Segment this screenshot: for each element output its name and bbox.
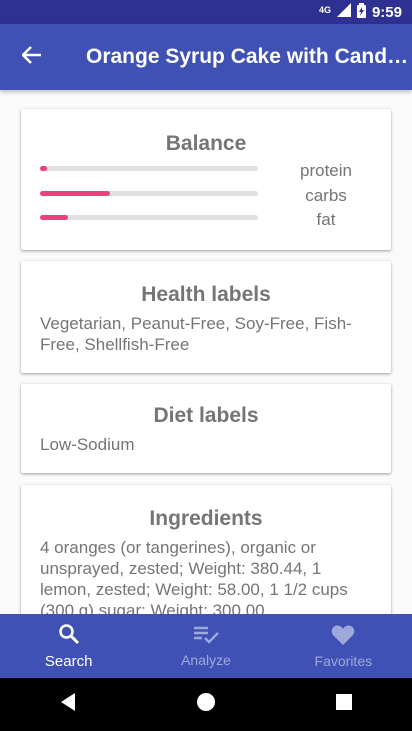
- status-bar: 4G 9:59: [0, 0, 412, 24]
- system-navigation-bar: [0, 678, 412, 731]
- diet-labels-text: Low-Sodium: [40, 435, 135, 454]
- fat-label: fat: [316, 210, 336, 229]
- carbs-bar: [40, 191, 258, 196]
- balance-title: Balance: [165, 132, 247, 155]
- fat-bar-fill: [40, 215, 69, 220]
- home-circle-icon[interactable]: [196, 692, 216, 717]
- battery-icon: [356, 2, 366, 22]
- signal-icon: [336, 3, 351, 21]
- protein-bar-fill: [40, 166, 47, 171]
- back-button[interactable]: [0, 24, 64, 90]
- fat-bar: [40, 215, 258, 220]
- nav-analyze-label: Analyze: [181, 651, 231, 668]
- protein-bar: [40, 166, 258, 171]
- recipe-content[interactable]: Balance protein carbs fat Health labels …: [0, 90, 412, 614]
- search-icon: [58, 623, 80, 649]
- ingredients-card: Ingredients 4 oranges (or tangerines), o…: [21, 485, 391, 614]
- protein-label: protein: [300, 161, 352, 180]
- nav-search[interactable]: Search: [0, 614, 137, 678]
- ingredients-title: Ingredients: [149, 507, 263, 530]
- playlist-check-icon: [193, 625, 219, 648]
- nav-favorites-label: Favorites: [314, 652, 373, 669]
- nav-analyze[interactable]: Analyze: [137, 614, 274, 678]
- heart-icon: [331, 624, 355, 649]
- page-title: Orange Syrup Cake with Candied Oranges: [86, 45, 410, 68]
- app-bar: Orange Syrup Cake with Candied Oranges: [0, 24, 412, 90]
- arrow-back-icon: [21, 45, 42, 69]
- nav-favorites[interactable]: Favorites: [275, 614, 412, 678]
- health-labels-text: Vegetarian, Peanut-Free, Soy-Free, Fish-…: [40, 314, 352, 354]
- network-type: 4G: [318, 4, 331, 15]
- balance-card: Balance protein carbs fat: [21, 109, 391, 250]
- carbs-bar-fill: [40, 191, 110, 196]
- back-triangle-icon[interactable]: [59, 692, 77, 717]
- carbs-label: carbs: [305, 186, 347, 205]
- clock: 9:59: [371, 3, 402, 21]
- bottom-navigation: Search Analyze Favorites: [0, 614, 412, 678]
- ingredients-text: 4 oranges (or tangerines), organic or un…: [40, 538, 348, 614]
- nav-search-label: Search: [44, 652, 93, 670]
- health-labels-title: Health labels: [141, 283, 271, 306]
- health-labels-card: Health labels Vegetarian, Peanut-Free, S…: [21, 261, 391, 373]
- recents-square-icon[interactable]: [335, 693, 353, 716]
- diet-labels-title: Diet labels: [153, 404, 259, 427]
- diet-labels-card: Diet labels Low-Sodium: [21, 384, 391, 473]
